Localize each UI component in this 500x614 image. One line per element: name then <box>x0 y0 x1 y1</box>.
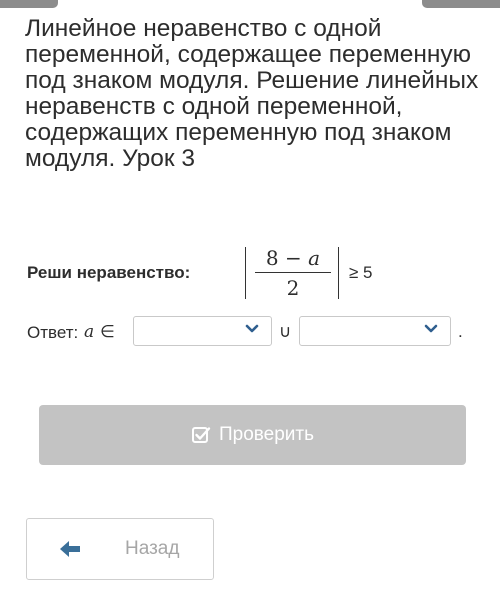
abs-bar-right <box>338 247 339 299</box>
chevron-down-icon <box>245 324 259 333</box>
fraction: 8 − a 2 <box>253 245 333 301</box>
check-button-label: Проверить <box>218 424 315 445</box>
fraction-denominator: 2 <box>286 276 300 300</box>
checkbox-check-icon <box>191 427 211 443</box>
chevron-down-icon <box>424 324 438 333</box>
abs-bar-left <box>245 247 246 299</box>
answer-variable: a <box>84 322 95 342</box>
element-of-symbol: ∈ <box>100 322 115 341</box>
answer-end-dot: . <box>458 322 463 341</box>
header-bar-left <box>0 0 58 8</box>
lesson-title: Линейное неравенство с одной переменной,… <box>25 15 479 172</box>
fraction-numerator: 8 − a <box>253 245 333 271</box>
interval-select-1[interactable] <box>133 316 272 346</box>
check-button[interactable]: Проверить <box>39 405 466 465</box>
numerator-var: a <box>308 246 321 270</box>
interval-select-2[interactable] <box>299 316 451 346</box>
header-bar-right[interactable] <box>422 0 500 8</box>
fraction-line <box>255 272 331 273</box>
union-symbol: ∪ <box>279 322 292 341</box>
task-statement: Реши неравенство: 8 − a 2 ≥ 5 <box>27 243 487 303</box>
numerator-minus: − <box>278 246 309 270</box>
answer-label: Ответ: <box>27 323 79 342</box>
numerator-const: 8 <box>265 246 279 270</box>
inequality-rhs: ≥ 5 <box>349 263 373 282</box>
task-label: Реши неравенство: <box>27 263 191 282</box>
back-button-label: Назад <box>125 538 180 559</box>
arrow-left-icon <box>60 541 80 557</box>
answer-row: Ответ: a ∈ ∪ . <box>27 316 487 350</box>
back-button[interactable]: Назад <box>26 518 214 580</box>
